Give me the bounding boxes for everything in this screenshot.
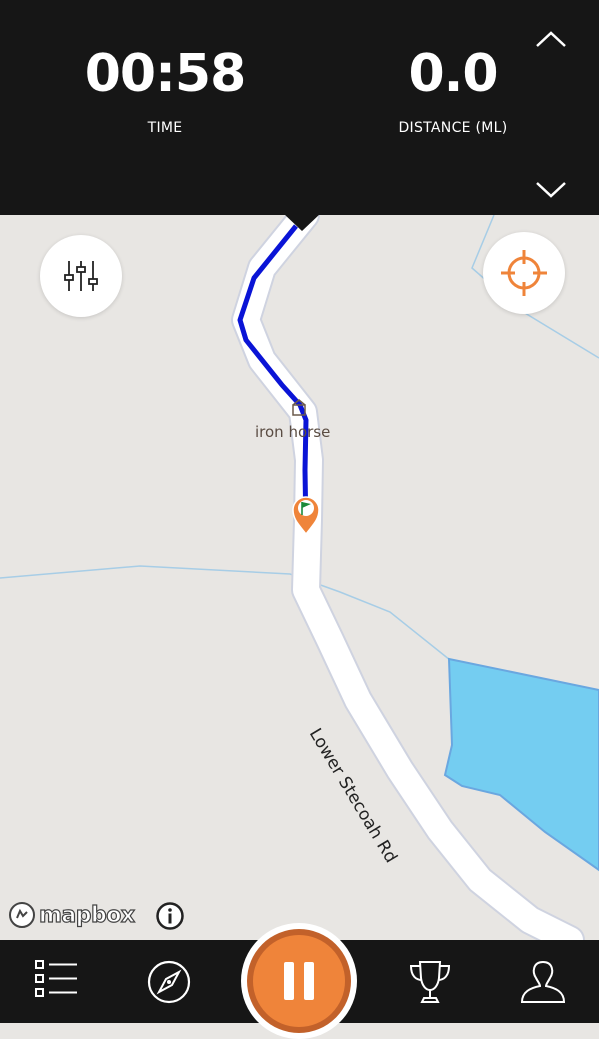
crosshair-icon	[501, 250, 547, 296]
chevron-up-icon[interactable]	[530, 26, 572, 54]
distance-stat: 0.0 DISTANCE (ML)	[333, 44, 573, 136]
user-icon[interactable]	[518, 958, 568, 1006]
stream-line	[0, 565, 451, 661]
sliders-icon	[64, 261, 98, 291]
filters-button[interactable]	[40, 235, 122, 317]
trophy-icon[interactable]	[406, 958, 454, 1006]
map-view[interactable]	[0, 215, 599, 940]
pause-ring	[247, 929, 351, 1033]
poi-label: iron horse	[255, 423, 331, 441]
panel-pointer	[283, 213, 321, 231]
locate-button[interactable]	[483, 232, 565, 314]
list-icon[interactable]	[33, 958, 79, 1000]
time-label: TIME	[147, 120, 183, 136]
mapbox-logo[interactable]: mapbox	[8, 900, 136, 930]
pause-icon	[253, 935, 345, 1027]
map-canvas	[0, 215, 599, 940]
pause-button[interactable]	[241, 923, 357, 1039]
stats-panel: 00:58 TIME 0.0 DISTANCE (ML)	[0, 0, 599, 215]
water-body	[443, 657, 599, 872]
info-icon[interactable]	[155, 901, 185, 931]
compass-icon[interactable]	[145, 958, 193, 1006]
mapbox-wordmark: mapbox	[38, 902, 135, 928]
road	[233, 215, 583, 940]
time-value: 00:58	[84, 44, 247, 104]
distance-label: DISTANCE (ML)	[398, 120, 508, 136]
chevron-down-icon[interactable]	[530, 176, 572, 204]
time-stat: 00:58 TIME	[45, 44, 285, 136]
mapbox-mark-icon	[9, 902, 35, 928]
